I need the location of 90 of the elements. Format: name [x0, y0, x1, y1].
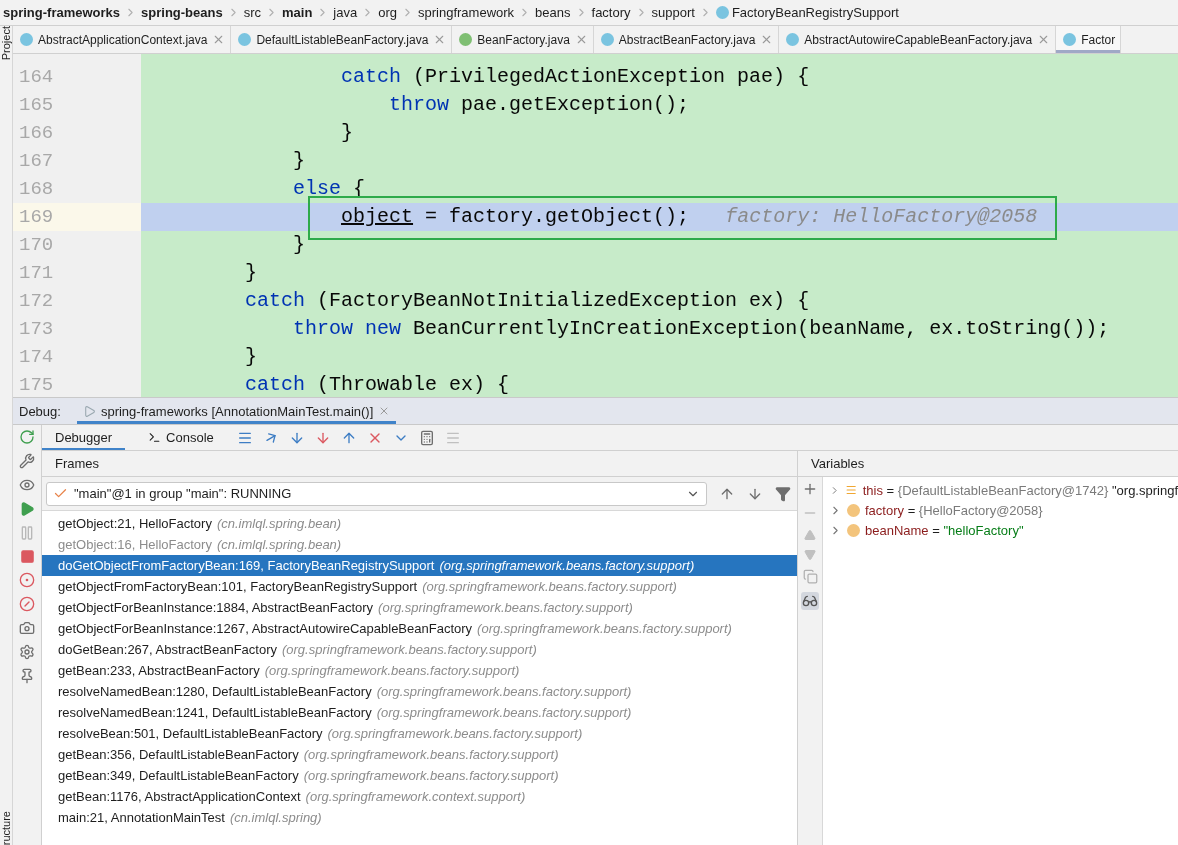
- breadcrumb-item[interactable]: springframework: [418, 5, 515, 20]
- session-tab[interactable]: spring-frameworks [AnnotationMainTest.main()]: [76, 398, 397, 424]
- breadcrumb-item[interactable]: factory: [591, 5, 631, 20]
- class-icon: [1063, 33, 1077, 46]
- pin-icon[interactable]: [19, 668, 35, 684]
- tool-window-tab[interactable]: Project: [0, 26, 12, 61]
- frame-row[interactable]: getBean:356, DefaultListableBeanFactory (org.springframework.beans.factory.support): [42, 744, 797, 765]
- line-number: 171: [18, 261, 55, 286]
- debug-tab[interactable]: Console: [135, 425, 227, 450]
- editor-tab[interactable]: AbstractBeanFactory.java: [593, 26, 780, 53]
- line-number: 170: [18, 233, 55, 258]
- editor-tab[interactable]: BeanFactory.java: [452, 26, 594, 53]
- frame-row[interactable]: resolveBean:501, DefaultListableBeanFactory (org.springframework.beans.factory.support): [42, 723, 797, 744]
- line-number: 168: [18, 177, 55, 202]
- code-line: throw new BeanCurrentlyInCreationException(beanName, ex.toString());: [292, 316, 1111, 342]
- line-number: 169: [13, 203, 141, 231]
- panel-header: Frames: [42, 451, 797, 477]
- breadcrumb-item[interactable]: spring-beans: [141, 5, 223, 20]
- code-line: catch (FactoryBeanNotInitializedException ex) {: [244, 288, 811, 314]
- mute-breakpoints-icon[interactable]: [19, 596, 35, 612]
- frame-row[interactable]: getBean:233, AbstractBeanFactory (org.springframework.beans.factory.support): [42, 660, 797, 681]
- eye-icon[interactable]: [19, 477, 35, 493]
- breadcrumb-item[interactable]: main: [282, 5, 313, 20]
- wrench-icon[interactable]: [19, 453, 35, 469]
- console-icon: [148, 431, 162, 444]
- frame-row[interactable]: getBean:349, DefaultListableBeanFactory (org.springframework.beans.factory.support): [42, 765, 797, 786]
- breadcrumb-item[interactable]: org: [378, 5, 397, 20]
- line-number: 172: [18, 289, 55, 314]
- breakpoints-icon[interactable]: [19, 572, 35, 588]
- variable-row[interactable]: factory = {HelloFactory@2058}: [823, 500, 1178, 520]
- line-number: 174: [18, 345, 55, 370]
- parameter-icon: [847, 523, 860, 537]
- camera-icon[interactable]: [19, 620, 35, 636]
- frame-row[interactable]: resolveNamedBean:1280, DefaultListableBeanFactory (org.springframework.beans.factory.support): [42, 681, 797, 702]
- class-icon: [786, 33, 800, 46]
- frame-row[interactable]: resolveNamedBean:1241, DefaultListableBeanFactory (org.springframework.beans.factory.support): [42, 702, 797, 723]
- code-line: }: [340, 120, 355, 146]
- breadcrumb-item[interactable]: support: [651, 5, 695, 20]
- stop-icon[interactable]: [19, 549, 35, 564]
- resume-icon[interactable]: [19, 501, 35, 517]
- pause-icon[interactable]: [19, 525, 35, 541]
- line-number: 173: [18, 317, 55, 342]
- line-number: 165: [18, 93, 55, 118]
- glasses-icon[interactable]: [801, 592, 819, 610]
- panel-label: Debug:: [19, 403, 61, 419]
- filter-icon[interactable]: [775, 485, 791, 502]
- class-icon: [238, 33, 252, 46]
- copy-icon[interactable]: [802, 569, 818, 584]
- field-icon: [845, 483, 858, 497]
- interface-icon: [459, 33, 473, 46]
- code-line: catch (Throwable ex) {: [244, 372, 511, 397]
- breadcrumb-item[interactable]: beans: [535, 5, 571, 20]
- breadcrumb-item[interactable]: FactoryBeanRegistrySupport: [715, 5, 899, 20]
- editor-tab[interactable]: AbstractApplicationContext.java: [13, 26, 232, 53]
- frame-row[interactable]: doGetBean:267, AbstractBeanFactory (org.springframework.beans.factory.support): [42, 639, 797, 660]
- class-icon: [600, 33, 614, 46]
- frame-row[interactable]: doGetObjectFromFactoryBean:169, FactoryBeanRegistrySupport (org.springframework.beans.factory.support): [42, 555, 797, 576]
- code-line: }: [292, 148, 307, 174]
- thread-dropdown[interactable]: "main"@1 in group "main": RUNNING: [46, 481, 707, 506]
- breadcrumb-item[interactable]: java: [333, 5, 358, 20]
- code-line: }: [292, 232, 307, 258]
- line-number: 164: [18, 65, 55, 90]
- frame-row[interactable]: getObjectForBeanInstance:1267, AbstractAutowireCapableBeanFactory (org.springframework.beans.factory.support): [42, 618, 797, 639]
- parameter-icon: [847, 503, 860, 517]
- line-number: 167: [18, 149, 55, 174]
- class-icon: [20, 33, 33, 46]
- frame-row[interactable]: main:21, AnnotationMainTest (cn.imlql.spring): [42, 807, 797, 828]
- frame-row[interactable]: getBean:1176, AbstractApplicationContext (org.springframework.context.support): [42, 786, 797, 807]
- editor-tab[interactable]: Factor: [1056, 26, 1122, 53]
- code-line: catch (PrivilegedActionException pae) {: [340, 64, 811, 90]
- frame-row[interactable]: getObjectFromFactoryBean:101, FactoryBeanRegistrySupport (org.springframework.beans.factory.support): [42, 576, 797, 597]
- variable-row[interactable]: this = {DefaultListableBeanFactory@1742} "org.springf: [823, 480, 1178, 500]
- frame-row[interactable]: getObject:21, HelloFactory (cn.imlql.spring.bean): [42, 513, 797, 534]
- code-line: }: [244, 260, 259, 286]
- calculator-icon[interactable]: [418, 429, 435, 446]
- code-line: throw pae.getException();: [388, 92, 691, 118]
- tool-window-tab[interactable]: ructure: [0, 810, 12, 845]
- line-number: 166: [18, 121, 55, 146]
- breadcrumb-item[interactable]: spring-frameworks: [3, 5, 121, 20]
- line-number: 175: [18, 373, 55, 397]
- variable-row[interactable]: beanName = "helloFactory": [823, 520, 1178, 540]
- class-icon: [715, 6, 729, 19]
- rerun-icon[interactable]: [19, 429, 35, 445]
- breadcrumb-item[interactable]: src: [243, 5, 261, 20]
- settings-icon[interactable]: [19, 644, 35, 660]
- code-line: }: [244, 344, 259, 370]
- debug-tab[interactable]: Debugger: [42, 425, 126, 450]
- add-icon[interactable]: [802, 481, 818, 497]
- frame-row[interactable]: getObjectForBeanInstance:1884, AbstractBeanFactory (org.springframework.beans.factory.support): [42, 597, 797, 618]
- editor-tab[interactable]: DefaultListableBeanFactory.java: [231, 26, 453, 53]
